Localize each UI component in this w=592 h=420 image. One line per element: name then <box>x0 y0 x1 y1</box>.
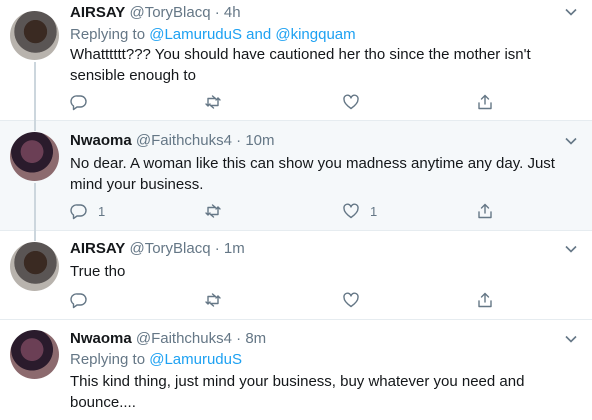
tweet-4[interactable]: Nwaoma @Faithchuks4 · 8m Replying to @La… <box>0 320 592 420</box>
share-button[interactable] <box>476 291 494 309</box>
thread-line <box>34 231 36 241</box>
tweet-3[interactable]: AIRSAY @ToryBlacq · 1m True tho <box>0 231 592 320</box>
share-icon <box>478 292 492 308</box>
display-name[interactable]: AIRSAY <box>70 4 125 21</box>
avatar[interactable] <box>10 242 59 291</box>
mention-link[interactable]: @LamuruduS and @kingquam <box>149 26 355 43</box>
tweet-header: AIRSAY @ToryBlacq · 1m <box>70 240 245 258</box>
user-handle[interactable]: @Faithchuks4 <box>136 132 232 149</box>
tweet-1[interactable]: AIRSAY @ToryBlacq · 4h Replying to @Lamu… <box>0 0 592 121</box>
tweet-header: Nwaoma @Faithchuks4 · 10m <box>70 132 275 150</box>
like-button[interactable]: 1 <box>342 202 377 220</box>
retweet-button[interactable] <box>204 93 222 111</box>
reply-count: 1 <box>98 203 106 219</box>
separator: · <box>214 240 220 257</box>
like-button[interactable] <box>342 291 360 309</box>
user-handle[interactable]: @Faithchuks4 <box>136 330 232 347</box>
reply-button[interactable] <box>70 291 88 309</box>
reply-icon <box>70 293 87 309</box>
retweet-button[interactable] <box>204 202 222 220</box>
reply-button[interactable]: 1 <box>70 202 105 220</box>
chevron-down-icon[interactable] <box>564 332 578 346</box>
tweet-2[interactable]: Nwaoma @Faithchuks4 · 10m No dear. A wom… <box>0 121 592 231</box>
tweet-text: True tho <box>70 263 126 280</box>
thread-line <box>34 121 36 131</box>
display-name[interactable]: Nwaoma <box>70 330 132 347</box>
tweet-text: This kind thing, just mind your business… <box>70 373 525 411</box>
replying-to-label: Replying to <box>70 26 150 43</box>
replying-to: Replying to @LamuruduS <box>70 351 242 369</box>
heart-icon <box>343 203 359 219</box>
share-button[interactable] <box>476 93 494 111</box>
reply-button[interactable] <box>70 93 88 111</box>
separator: · <box>236 330 242 347</box>
tweet-header: Nwaoma @Faithchuks4 · 8m <box>70 330 266 348</box>
tweet-text: No dear. A woman like this can show you … <box>70 155 555 193</box>
tweet-text: Whatttttt??? You should have cautioned h… <box>70 46 531 84</box>
like-count: 1 <box>370 203 378 219</box>
separator: · <box>236 132 242 149</box>
display-name[interactable]: Nwaoma <box>70 132 132 149</box>
user-handle[interactable]: @ToryBlacq <box>129 240 210 257</box>
retweet-icon <box>205 204 221 218</box>
retweet-icon <box>205 293 221 307</box>
avatar[interactable] <box>10 11 59 60</box>
tweet-header: AIRSAY @ToryBlacq · 4h <box>70 4 241 22</box>
tweet-feed: AIRSAY @ToryBlacq · 4h Replying to @Lamu… <box>0 0 592 420</box>
share-button[interactable] <box>476 202 494 220</box>
retweet-button[interactable] <box>204 291 222 309</box>
heart-icon <box>343 292 359 308</box>
replying-to: Replying to @LamuruduS and @kingquam <box>70 26 356 44</box>
avatar[interactable] <box>10 330 59 379</box>
thread-line <box>34 183 36 231</box>
avatar[interactable] <box>10 132 59 181</box>
heart-icon <box>343 94 359 110</box>
chevron-down-icon[interactable] <box>564 5 578 19</box>
chevron-down-icon[interactable] <box>564 134 578 148</box>
replying-to-label: Replying to <box>70 351 150 368</box>
reply-icon <box>70 204 87 220</box>
timestamp[interactable]: 8m <box>245 330 266 347</box>
separator: · <box>214 4 220 21</box>
chevron-down-icon[interactable] <box>564 242 578 256</box>
mention-link[interactable]: @LamuruduS <box>149 351 242 368</box>
share-icon <box>478 203 492 219</box>
timestamp[interactable]: 1m <box>224 240 245 257</box>
like-button[interactable] <box>342 93 360 111</box>
display-name[interactable]: AIRSAY <box>70 240 125 257</box>
user-handle[interactable]: @ToryBlacq <box>129 4 210 21</box>
timestamp[interactable]: 4h <box>224 4 241 21</box>
thread-line <box>34 62 36 121</box>
reply-icon <box>70 95 87 111</box>
share-icon <box>478 94 492 110</box>
retweet-icon <box>205 95 221 109</box>
timestamp[interactable]: 10m <box>245 132 274 149</box>
